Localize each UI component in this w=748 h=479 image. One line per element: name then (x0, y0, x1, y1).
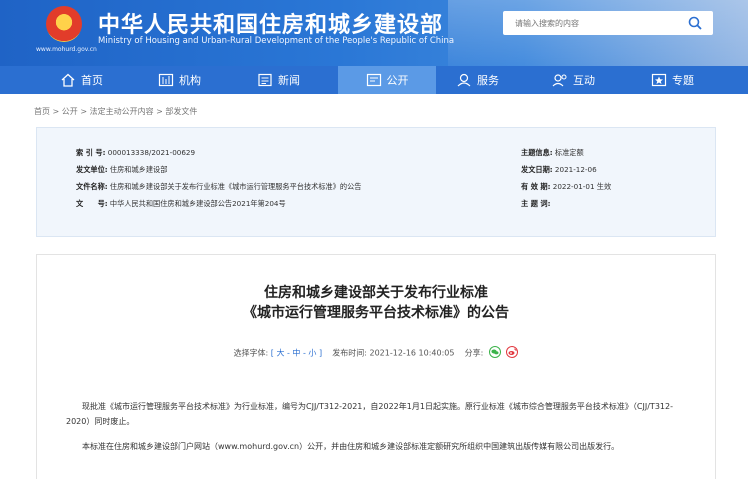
info-value: 中华人民共和国住房和城乡建设部公告2021年第204号 (109, 199, 286, 208)
document-info-panel: 索 引 号: 000013338/2021-00629 发文单位: 住房和城乡建… (36, 127, 716, 237)
organization-icon (158, 73, 174, 87)
nav-item-topic[interactable]: 专题 (651, 66, 694, 94)
info-unit: 发文单位: 住房和城乡建设部 (76, 165, 167, 175)
font-size-selector[interactable]: [ 大 - 中 - 小 ] (271, 349, 322, 358)
publish-label: 发布时间: (332, 348, 367, 358)
breadcrumb[interactable]: 首页 > 公开 > 法定主动公开内容 > 部发文件 (34, 106, 197, 117)
info-label: 文件名称: (76, 182, 108, 191)
info-valid: 有 效 期: 2022-01-01 生效 (521, 182, 611, 192)
info-topic: 主 题 词: (521, 199, 550, 209)
search-input[interactable] (503, 11, 678, 35)
info-label: 主题信息: (521, 148, 553, 157)
nav-label: 服务 (477, 74, 499, 87)
info-date: 发文日期: 2021-12-06 (521, 165, 597, 175)
info-value: 住房和城乡建设部关于发布行业标准《城市运行管理服务平台技术标准》的公告 (109, 182, 362, 191)
national-emblem-icon (46, 6, 82, 42)
article-paragraph: 本标准在住房和城乡建设部门户网站（www.mohurd.gov.cn）公开，并由… (82, 442, 620, 451)
disclosure-icon (366, 73, 381, 87)
site-url: www.mohurd.gov.cn (36, 46, 97, 53)
nav-label: 首页 (81, 74, 103, 87)
service-icon (457, 73, 471, 87)
info-label: 发文日期: (521, 165, 553, 174)
info-value: 2022-01-01 生效 (552, 182, 612, 191)
publish-time: 2021-12-16 10:40:05 (369, 348, 455, 358)
info-category: 主题信息: 标准定额 (521, 148, 584, 158)
site-header: www.mohurd.gov.cn 中华人民共和国住房和城乡建设部 Minist… (0, 0, 748, 66)
info-name: 文件名称: 住房和城乡建设部关于发布行业标准《城市运行管理服务平台技术标准》的公… (76, 182, 362, 192)
nav-item-organization[interactable]: 机构 (158, 66, 201, 94)
nav-item-news[interactable]: 新闻 (257, 66, 300, 94)
nav-item-disclosure[interactable]: 公开 (338, 66, 436, 94)
site-title[interactable]: 中华人民共和国住房和城乡建设部 (98, 7, 443, 39)
share-label: 分享: (464, 348, 484, 358)
article-paragraph: 现批准《城市运行管理服务平台技术标准》为行业标准，编号为CJJ/T312-202… (66, 402, 673, 426)
info-label: 索 引 号: (76, 148, 106, 157)
info-doc-number: 文 号: 中华人民共和国住房和城乡建设部公告2021年第204号 (76, 199, 286, 209)
weibo-share-icon[interactable] (506, 346, 519, 358)
info-label: 有 效 期: (521, 182, 551, 191)
news-icon (258, 73, 272, 87)
nav-label: 公开 (386, 74, 409, 87)
nav-item-service[interactable]: 服务 (456, 66, 499, 94)
info-value: 标准定额 (554, 148, 584, 157)
home-icon (61, 73, 75, 87)
main-nav: 首页 机构 新闻 公开 服务 互动 专题 (0, 66, 748, 94)
search-box (503, 11, 713, 35)
info-label: 发文单位: (76, 165, 108, 174)
article-title-line2: 《城市运行管理服务平台技术标准》的公告 (243, 305, 509, 321)
article-meta: 选择字体: [ 大 - 中 - 小 ] 发布时间: 2021-12-16 10:… (37, 346, 715, 359)
article-panel: 住房和城乡建设部关于发布行业标准 《城市运行管理服务平台技术标准》的公告 选择字… (36, 254, 716, 479)
wechat-share-icon[interactable] (488, 346, 501, 358)
nav-label: 专题 (672, 74, 694, 87)
font-size-label: 选择字体: (233, 348, 269, 358)
nav-item-home[interactable]: 首页 (60, 66, 103, 94)
info-value: 000013338/2021-00629 (107, 148, 196, 157)
topic-icon (651, 73, 667, 87)
info-label: 文 号: (76, 199, 108, 208)
site-subtitle: Ministry of Housing and Urban-Rural Deve… (98, 36, 455, 46)
info-label: 主 题 词: (521, 199, 551, 208)
article-title-line1: 住房和城乡建设部关于发布行业标准 (264, 285, 488, 301)
nav-label: 互动 (573, 74, 595, 87)
info-index: 索 引 号: 000013338/2021-00629 (76, 148, 195, 158)
info-value: 住房和城乡建设部 (109, 165, 168, 174)
info-value: 2021-12-06 (554, 165, 597, 174)
nav-item-interaction[interactable]: 互动 (552, 66, 595, 94)
nav-label: 新闻 (278, 74, 300, 87)
interaction-icon (552, 74, 567, 87)
search-icon[interactable] (687, 15, 703, 31)
nav-label: 机构 (179, 74, 201, 87)
